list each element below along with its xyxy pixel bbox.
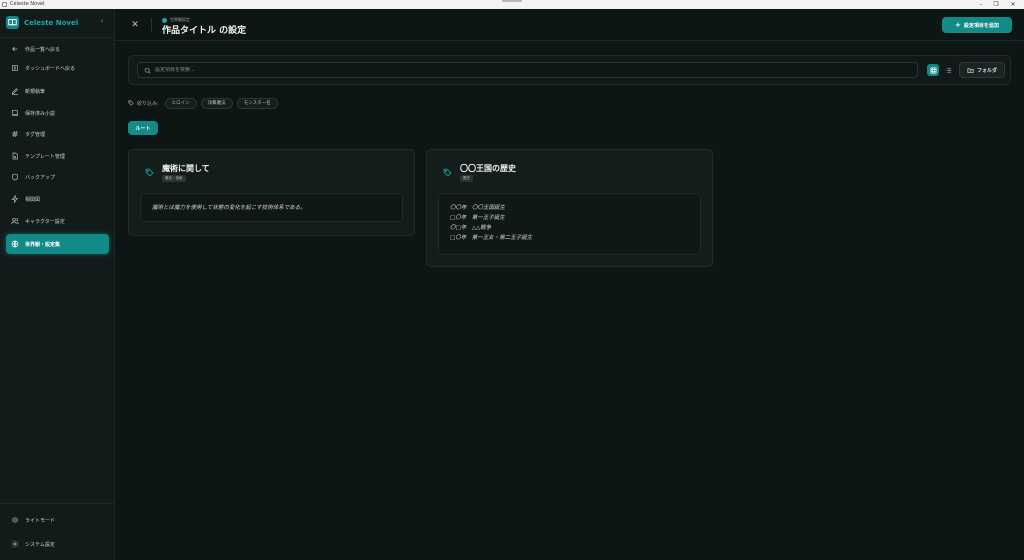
system-settings[interactable]: システム設定 [6, 536, 109, 552]
book-icon [10, 109, 19, 118]
tag-filter: 絞り込み: ヒロイン 攻撃魔法 モンスター名 [128, 97, 278, 109]
add-setting-label: 設定項目を追加 [963, 22, 999, 29]
folder-plus-icon [967, 67, 974, 73]
search-box[interactable] [137, 62, 918, 78]
window-close-icon[interactable]: ✕ [1007, 0, 1019, 9]
network-icon [10, 195, 19, 204]
file-icon [10, 152, 19, 161]
globe-icon [162, 17, 167, 23]
nav-tag-management[interactable]: タグ管理 [6, 126, 109, 142]
folder-button[interactable]: フォルダ [959, 62, 1005, 78]
maximize-icon[interactable]: ❐ [990, 0, 1002, 9]
nav-label: ライトモード [25, 517, 56, 524]
nav-label: テンプレート管理 [25, 153, 65, 160]
nav-new-writing[interactable]: 新規執筆 [6, 83, 109, 99]
root-folder-button[interactable]: ルート [128, 121, 158, 135]
drag-handle[interactable] [502, 0, 522, 2]
close-icon[interactable]: ✕ [129, 19, 141, 31]
card-text-line: 〇□年 △△戦争 [450, 225, 492, 231]
card-title: 〇〇王国の歴史 [460, 163, 516, 173]
dashboard-icon [10, 64, 19, 73]
hash-icon [10, 130, 19, 139]
brand[interactable]: Celeste Novel [6, 15, 110, 30]
grid-view-button[interactable] [927, 64, 939, 76]
page-header: ✕ 世界観設定 作品タイトル の設定 + 設定項目を追加 [115, 9, 1024, 41]
plus-icon: + [955, 21, 961, 29]
sun-icon [10, 516, 19, 525]
search-input[interactable] [155, 67, 895, 73]
filter-chip-monster-name[interactable]: モンスター名 [236, 97, 278, 109]
nav-relationship-chart[interactable]: 相関図 [6, 191, 109, 207]
nav-template-management[interactable]: テンプレート管理 [6, 148, 109, 164]
card-text-line: □〇年 第一王女・第二王子誕生 [450, 235, 533, 241]
minimize-icon[interactable]: – [975, 0, 987, 9]
nav-back-to-works[interactable]: 作品一覧へ戻る [6, 41, 109, 57]
page-title: 作品タイトル の設定 [162, 26, 247, 36]
search-panel: フォルダ [128, 55, 1011, 85]
app-icon [2, 2, 7, 7]
nav-backup[interactable]: バックアップ [6, 169, 109, 185]
tag-icon [128, 100, 134, 106]
card-text-line: 〇〇年 〇〇王国誕生 [450, 205, 506, 211]
users-icon [10, 217, 19, 226]
divider [0, 503, 114, 504]
shield-icon [10, 173, 19, 182]
collapse-sidebar-icon[interactable]: ‹ [97, 15, 107, 27]
category-badge: 魔法・技術 [162, 175, 186, 182]
gear-icon [10, 540, 19, 549]
tag-icon [442, 167, 453, 178]
nav-label: 保存済み小説 [25, 110, 56, 117]
brand-name: Celeste Novel [24, 18, 79, 27]
filter-chip-attack-magic[interactable]: 攻撃魔法 [200, 97, 233, 109]
card-body: 〇〇年 〇〇王国誕生 □〇年 第一王子誕生 〇□年 △△戦争 □〇年 第一王女・… [438, 193, 701, 255]
tag-icon [144, 167, 155, 178]
nav-label: タグ管理 [25, 131, 46, 138]
light-mode-toggle[interactable]: ライトモード [6, 512, 109, 528]
grid-icon [930, 67, 936, 73]
sidebar: Celeste Novel ‹ 作品一覧へ戻る ダッシュボードへ戻る 新規執筆 … [0, 9, 115, 560]
nav-label: 作品一覧へ戻る [25, 46, 61, 53]
window-title: Celeste Novel [10, 1, 45, 7]
divider [0, 37, 114, 38]
card-body: 魔術とは魔力を使用して状態の変化を起こす技術体系である。 [140, 193, 403, 222]
nav-label: システム設定 [25, 541, 55, 548]
setting-card[interactable]: 魔術に関して 魔法・技術 魔術とは魔力を使用して状態の変化を起こす技術体系である… [128, 149, 415, 236]
nav-label: キャラクター設定 [25, 218, 65, 225]
nav-character-settings[interactable]: キャラクター設定 [6, 213, 109, 229]
card-text-line: 魔術とは魔力を使用して状態の変化を起こす技術体系である。 [152, 205, 306, 211]
add-setting-button[interactable]: + 設定項目を追加 [942, 17, 1012, 33]
list-view-button[interactable] [942, 64, 954, 76]
category-badge: 歴史 [460, 175, 473, 182]
nav-label: ダッシュボードへ戻る [25, 65, 76, 72]
list-icon [945, 67, 951, 73]
card-text-line: □〇年 第一王子誕生 [450, 215, 505, 221]
nav-back-to-dashboard[interactable]: ダッシュボードへ戻る [6, 60, 109, 76]
window-titlebar: Celeste Novel – ❐ ✕ [0, 0, 1024, 9]
setting-card[interactable]: 〇〇王国の歴史 歴史 〇〇年 〇〇王国誕生 □〇年 第一王子誕生 〇□年 △△戦… [426, 149, 713, 267]
card-title: 魔術に関して [162, 163, 210, 173]
main-content: ✕ 世界観設定 作品タイトル の設定 + 設定項目を追加 フォルダ 絞り込み: [115, 9, 1024, 560]
book-open-icon [6, 16, 19, 29]
globe-icon [10, 240, 19, 249]
arrow-left-icon [10, 45, 19, 54]
nav-label: 世界観・設定集 [25, 241, 61, 248]
pen-icon [10, 87, 19, 96]
folder-label: フォルダ [976, 67, 997, 74]
nav-label: 相関図 [25, 196, 41, 203]
nav-worldbuilding[interactable]: 世界観・設定集 [6, 234, 109, 254]
nav-label: 新規執筆 [25, 88, 46, 95]
divider [151, 18, 152, 32]
nav-saved-novels[interactable]: 保存済み小説 [6, 105, 109, 121]
filter-label: 絞り込み: [137, 100, 159, 107]
filter-chip-heroine[interactable]: ヒロイン [164, 97, 197, 109]
nav-label: バックアップ [25, 174, 56, 181]
search-icon [144, 67, 151, 73]
